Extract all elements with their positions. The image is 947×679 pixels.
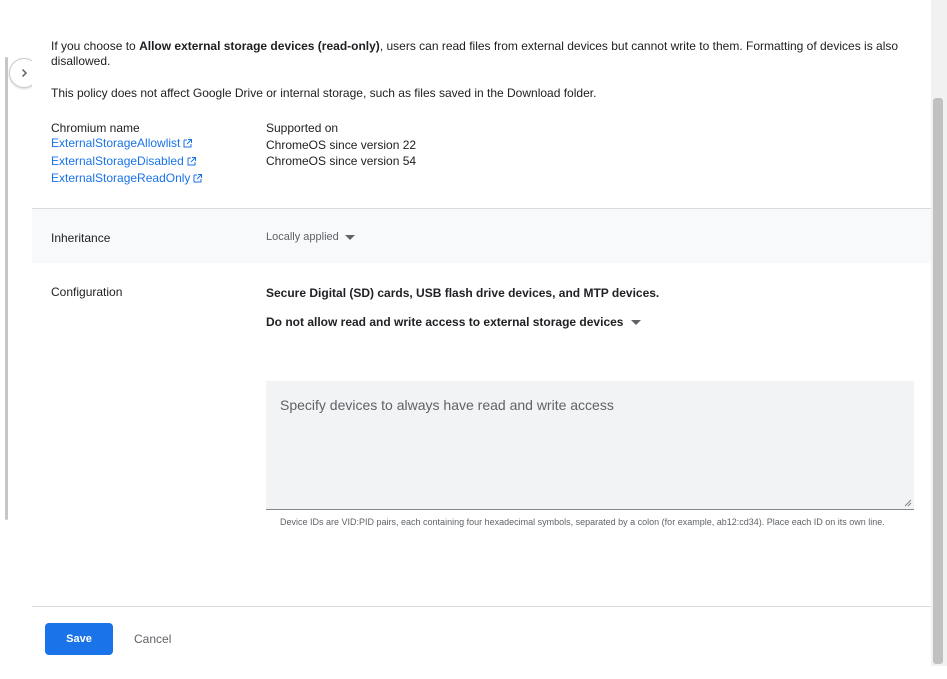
configuration-title: Secure Digital (SD) cards, USB flash dri… (266, 286, 660, 300)
description-paragraph-1: If you choose to Allow external storage … (51, 39, 911, 69)
left-rail (0, 0, 32, 679)
inheritance-label: Inheritance (51, 231, 111, 245)
supported-on-header: Supported on (266, 121, 339, 135)
open-in-new-icon (193, 174, 203, 183)
caret-down-icon (631, 319, 642, 325)
supported-on-item: ChromeOS since version 22 (266, 138, 417, 152)
cancel-button[interactable]: Cancel (134, 632, 171, 646)
policy-link-label: ExternalStorageDisabled (51, 154, 184, 168)
access-mode-dropdown[interactable]: Do not allow read and write access to ex… (266, 315, 642, 329)
policy-link-disabled[interactable]: ExternalStorageDisabled (51, 154, 197, 168)
policy-link-label: ExternalStorageReadOnly (51, 171, 191, 185)
inheritance-dropdown[interactable]: Locally applied (266, 231, 355, 243)
chevron-right-icon (21, 68, 28, 78)
save-button[interactable]: Save (45, 623, 113, 655)
configuration-label: Configuration (51, 285, 123, 299)
caret-down-icon (344, 234, 355, 240)
description-text: If you choose to (51, 39, 140, 53)
footer-divider (32, 606, 931, 607)
description-bold-option: Allow external storage devices (read-onl… (139, 39, 380, 53)
policy-detail-panel: If you choose to Allow external storage … (32, 0, 931, 666)
textarea-placeholder: Specify devices to always have read and … (280, 397, 614, 413)
rail-scroll-indicator (5, 57, 8, 520)
allowed-devices-textarea[interactable]: Specify devices to always have read and … (266, 381, 914, 510)
open-in-new-icon (187, 157, 196, 166)
policy-link-readonly[interactable]: ExternalStorageReadOnly (51, 171, 203, 185)
policy-link-label: ExternalStorageAllowlist (51, 136, 181, 150)
inheritance-row: Inheritance Locally applied (32, 209, 931, 263)
access-mode-value: Do not allow read and write access to ex… (266, 315, 624, 329)
inheritance-value: Locally applied (266, 231, 339, 243)
description-paragraph-2: This policy does not affect Google Drive… (51, 86, 597, 100)
resize-handle-icon[interactable] (904, 499, 912, 507)
scrollbar-thumb[interactable] (933, 98, 943, 664)
policy-link-allowlist[interactable]: ExternalStorageAllowlist (51, 136, 193, 150)
chromium-name-header: Chromium name (51, 121, 140, 135)
supported-on-item: ChromeOS since version 54 (266, 154, 417, 168)
open-in-new-icon (183, 139, 193, 148)
device-id-helper-text: Device IDs are VID:PID pairs, each conta… (280, 517, 885, 527)
